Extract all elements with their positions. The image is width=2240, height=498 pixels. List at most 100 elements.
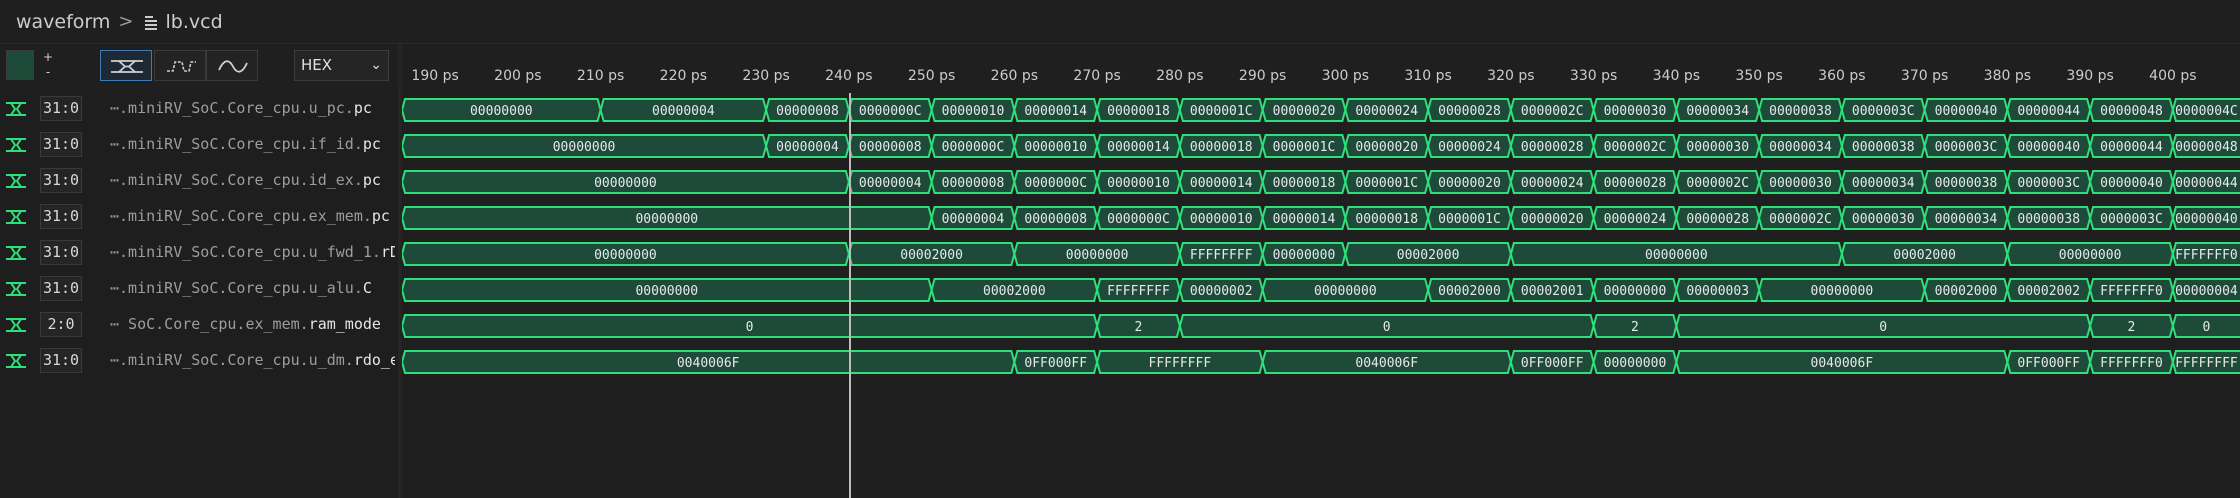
signal-leaf-name: pc: [353, 99, 372, 117]
segment-value-label: 00000000: [1604, 284, 1667, 299]
segment-value-label: 00000000: [1604, 356, 1667, 371]
segment-value-label: 0: [1879, 320, 1887, 335]
segment-value-label: 00000014: [1107, 140, 1170, 155]
segment-value-label: 00000044: [2175, 176, 2238, 191]
step-style-button[interactable]: [154, 50, 206, 81]
time-cursor[interactable]: [848, 93, 851, 498]
signal-row[interactable]: 31:0 ⋯.miniRV_SoC.Core_cpu.u_alu.C: [0, 271, 398, 307]
tick-label: 380 ps: [1983, 68, 2032, 84]
segment-value-label: 00000030: [1686, 140, 1749, 155]
segment-value-label: 00000004: [652, 104, 715, 119]
signal-leaf-name: C: [362, 279, 372, 297]
segment-value-label: 00000034: [1935, 212, 1998, 227]
segment-value-label: 00002000: [1935, 284, 1998, 299]
segment-value-label: 00002000: [983, 284, 1046, 299]
tick-label: 220 ps: [659, 68, 708, 84]
tick-label: 340 ps: [1652, 68, 1701, 84]
signal-name: ⋯.miniRV_SoC.Core_cpu.u_alu.C: [110, 278, 395, 298]
value-format-select[interactable]: HEX ⌄: [294, 50, 389, 81]
segment-value-label: 00000000: [594, 248, 657, 263]
segment-value-label: 00000000: [635, 284, 698, 299]
segment-value-label: 0000001C: [1355, 176, 1418, 191]
tick-label: 250 ps: [907, 68, 956, 84]
analog-style-button[interactable]: [206, 50, 258, 81]
segment-value-label: 00000024: [1355, 104, 1418, 119]
breadcrumb-file[interactable]: lb.vcd: [166, 11, 223, 33]
waveform-canvas: 00000000 00000004 00000008 0000000C 00000010…: [402, 98, 2240, 374]
tick-label: 310 ps: [1404, 68, 1452, 84]
segment-value-label: 0000003C: [1935, 140, 1998, 155]
segment-value-label: 00000030: [1604, 104, 1667, 119]
segment-value-label: 00000018: [1273, 176, 1336, 191]
segment-value-label: 00000018: [1190, 140, 1253, 155]
segment-value-label: FFFFFFFF: [1149, 356, 1212, 371]
segment-value-label: 00000000: [470, 104, 533, 119]
signal-leaf-name: pc: [362, 171, 381, 189]
segment-value-label: 00000000: [594, 176, 657, 191]
segment-value-label: 00000008: [942, 176, 1005, 191]
digital-bus-style-button[interactable]: [100, 50, 152, 81]
segment-value-label: 00000028: [1438, 104, 1501, 119]
segment-value-label: 00000003: [1686, 284, 1749, 299]
tick-label: 200 ps: [494, 68, 542, 84]
tick-label: 240 ps: [825, 68, 873, 84]
segment-value-label: 00000034: [1852, 176, 1915, 191]
signal-path: ⋯.miniRV_SoC.Core_cpu.ex_mem.: [110, 207, 372, 225]
segment-value-label: 00002000: [900, 248, 963, 263]
segment-value-label: 00000034: [1769, 140, 1832, 155]
signal-row[interactable]: 31:0 ⋯.miniRV_SoC.Core_cpu.id_ex.pc: [0, 163, 398, 199]
signal-path: ⋯.miniRV_SoC.Core_cpu.u_alu.: [110, 279, 363, 297]
tick-label: 320 ps: [1487, 68, 1535, 84]
segment-value-label: 0000004C: [2175, 104, 2238, 119]
bit-width-badge: 31:0: [40, 96, 82, 121]
bit-width-badge: 31:0: [40, 168, 82, 193]
segment-value-label: 00002000: [1438, 284, 1501, 299]
segment-value-label: 00000024: [1521, 176, 1584, 191]
bus-signal-icon: [6, 138, 26, 152]
segment-value-label: 00000014: [1190, 176, 1253, 191]
segment-value-label: 00000010: [942, 104, 1005, 119]
segment-value-label: 00000014: [1273, 212, 1336, 227]
signal-row[interactable]: 31:0 ⋯.miniRV_SoC.Core_cpu.u_fwd_1.rD: [0, 235, 398, 271]
bus-signal-icon: [6, 354, 26, 368]
signal-list: 31:0 ⋯.miniRV_SoC.Core_cpu.u_pc.pc 31:0 ⋯.m…: [0, 91, 398, 498]
time-axis: 190 ps 200 ps 210 ps 220 ps 230 ps 240 ps 250 …: [402, 60, 2240, 90]
segment-value-label: 00000000: [1273, 248, 1336, 263]
segment-value-label: 00000028: [1604, 176, 1667, 191]
signal-row[interactable]: 31:0 ⋯.miniRV_SoC.Core_cpu.u_pc.pc: [0, 91, 398, 127]
tick-label: 260 ps: [990, 68, 1039, 84]
segment-value-label: 0000001C: [1438, 212, 1501, 227]
signal-path: ⋯.miniRV_SoC.Core_cpu.u_dm.: [110, 351, 354, 369]
segment-value-label: 0040006F: [1811, 356, 1874, 371]
segment-value-label: 0000000C: [1024, 176, 1087, 191]
waveform-area[interactable]: 00000000 00000004 00000008 0000000C 00000010…: [402, 91, 2240, 498]
bit-width-badge: 2:0: [40, 312, 82, 337]
signal-leaf-name: pc: [362, 135, 381, 153]
signal-row[interactable]: 31:0 ⋯.miniRV_SoC.Core_cpu.if_id.pc: [0, 127, 398, 163]
signal-row[interactable]: 31:0 ⋯.miniRV_SoC.Core_cpu.u_dm.rdo_ex: [0, 343, 398, 379]
spacing-stepper[interactable]: + -: [40, 50, 56, 80]
segment-value-label: 00000044: [2100, 140, 2163, 155]
segment-value-label: 0: [1383, 320, 1391, 335]
color-swatch-button[interactable]: [6, 50, 34, 80]
signal-path: ⋯ SoC.Core_cpu.ex_mem.: [110, 315, 309, 333]
segment-value-label: 0000000C: [942, 140, 1005, 155]
segment-value-label: 00000034: [1686, 104, 1749, 119]
signal-row[interactable]: 2:0 ⋯ SoC.Core_cpu.ex_mem.ram_mode: [0, 307, 398, 343]
segment-value-label: 00000000: [553, 140, 616, 155]
segment-value-label: FFFFFFFF: [1107, 284, 1170, 299]
stepper-down-button[interactable]: -: [40, 65, 56, 80]
signal-row[interactable]: 31:0 ⋯.miniRV_SoC.Core_cpu.ex_mem.pc: [0, 199, 398, 235]
bus-signal-icon: [6, 246, 26, 260]
bit-width-badge: 31:0: [40, 240, 82, 265]
segment-value-label: 00000000: [1066, 248, 1129, 263]
segment-value-label: 00000024: [1604, 212, 1667, 227]
signal-path: ⋯.miniRV_SoC.Core_cpu.u_fwd_1.: [110, 243, 381, 261]
breadcrumb-folder[interactable]: waveform: [16, 11, 110, 33]
step-waveform-icon: [167, 61, 196, 72]
tick-label: 290 ps: [1238, 68, 1287, 84]
segment-value-label: 0000003C: [2017, 176, 2080, 191]
segment-value-label: 2: [2128, 320, 2136, 335]
stepper-up-button[interactable]: +: [40, 50, 56, 65]
segment-value-label: 00000030: [1852, 212, 1915, 227]
